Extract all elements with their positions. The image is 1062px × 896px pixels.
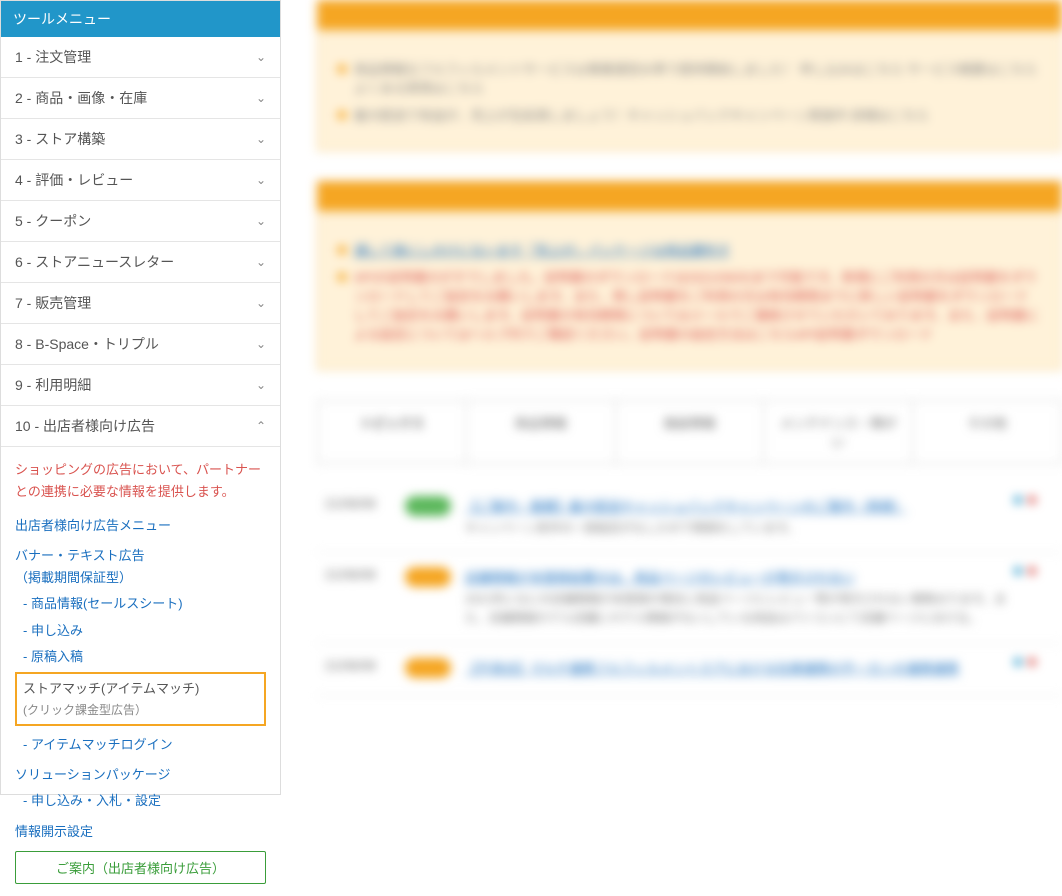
sidebar-item-reviews[interactable]: 4 - 評価・レビュー ⌄	[1, 160, 280, 201]
chevron-down-icon: ⌄	[256, 337, 266, 351]
sidebar-item-label: 6 - ストアニュースレター	[15, 252, 174, 272]
sidebar-title: ツールメニュー	[1, 1, 280, 37]
row-actions	[1014, 567, 1054, 575]
main-content: 商品情報なフルフィルメントサービスは事業運営水準で提供開始しました！ 申し込みは…	[281, 0, 1062, 795]
ads-notice: ショッピングの広告において、パートナーとの連携に必要な情報を提供します。	[15, 459, 266, 503]
disclosure-link[interactable]: 情報開示設定	[15, 821, 266, 843]
table-row: 21/06/08 店舗情報が未登録設置のは、商品ページのレビューが表示されない …	[317, 553, 1062, 643]
item-match-login-link[interactable]: - アイテムマッチログイン	[23, 734, 266, 756]
row-date: 21/06/08	[325, 658, 405, 673]
banner-text-title[interactable]: バナー・テキスト広告 （掲載期間保証型）	[15, 545, 266, 589]
sidebar-item-ads[interactable]: 10 - 出店者様向け広告 ⌃	[1, 406, 280, 447]
store-match-highlight: ストアマッチ(アイテムマッチ) (クリック課金型広告）	[15, 672, 266, 726]
banner-text-label: バナー・テキスト広告	[15, 548, 145, 563]
sidebar-item-label: 8 - B-Space・トリプル	[15, 334, 159, 354]
notice-text: 商品情報なフルフィルメントサービスは事業運営水準で提供開始しました！ 申し込みは…	[354, 59, 1041, 97]
sidebar-item-label: 2 - 商品・画像・在庫	[15, 88, 147, 108]
sidebar-item-label: 9 - 利用明細	[15, 375, 91, 395]
sidebar-item-store-build[interactable]: 3 - ストア構築 ⌄	[1, 119, 280, 160]
sidebar-item-label: 4 - 評価・レビュー	[15, 170, 133, 190]
solution-apply-link[interactable]: - 申し込み・入札・設定	[23, 790, 266, 812]
chevron-down-icon: ⌄	[256, 132, 266, 146]
row-date: 21/06/08	[325, 567, 405, 582]
table-row: 21/06/08 【ご案内・重要】最大配送キャッシュバックキャンペーンのご案内（…	[317, 482, 1062, 553]
solution-package-title[interactable]: ソリューションパッケージ	[15, 764, 266, 786]
banner-link-manuscript[interactable]: - 原稿入稿	[23, 646, 266, 668]
status-dot-red[interactable]	[1028, 658, 1036, 666]
sidebar: ツールメニュー 1 - 注文管理 ⌄ 2 - 商品・画像・在庫 ⌄ 3 - ストア構…	[0, 0, 281, 795]
row-actions	[1014, 496, 1054, 504]
sidebar-item-sales[interactable]: 7 - 販売管理 ⌄	[1, 283, 280, 324]
row-title-link[interactable]: 【ご案内・重要】最大配送キャッシュバックキャンペーンのご案内（再掲）	[465, 496, 1014, 515]
chevron-up-icon: ⌃	[256, 419, 266, 433]
content-tabs: トピックス 商品情報 施設情報 メンテナンス・障がい その他	[317, 400, 1062, 464]
row-title-link[interactable]: 【不具合】マルチ連携フルフィルメントスアにおける在庫連携の不一カンの連携連携	[465, 658, 1014, 677]
sidebar-item-label: 3 - ストア構築	[15, 129, 105, 149]
bullet-icon	[338, 65, 346, 73]
tag-badge	[405, 567, 451, 587]
sidebar-item-usage[interactable]: 9 - 利用明細 ⌄	[1, 365, 280, 406]
chevron-down-icon: ⌄	[256, 50, 266, 64]
chevron-down-icon: ⌄	[256, 378, 266, 392]
notice-header-1	[317, 0, 1062, 30]
chevron-down-icon: ⌄	[256, 255, 266, 269]
notice-link[interactable]: 通して楽にしのけにないます「売上が」パッケージは商品要約す	[354, 240, 730, 259]
row-date: 21/06/08	[325, 496, 405, 511]
chevron-down-icon: ⌄	[256, 296, 266, 310]
sidebar-item-label: 1 - 注文管理	[15, 47, 91, 67]
sidebar-item-bspace[interactable]: 8 - B-Space・トリプル ⌄	[1, 324, 280, 365]
notice-header-2	[317, 181, 1062, 211]
tag-badge	[405, 658, 451, 678]
bullet-icon	[338, 246, 346, 254]
status-dot-blue[interactable]	[1014, 567, 1022, 575]
sidebar-item-newsletter[interactable]: 6 - ストアニュースレター ⌄	[1, 242, 280, 283]
row-subtitle: 2021年になにの店舗情報が未登録の場合に商品ページにレビュー等が表示されない事…	[465, 590, 1014, 628]
row-actions	[1014, 658, 1054, 666]
banner-link-sales-sheet[interactable]: - 商品情報(セールスシート)	[23, 593, 266, 615]
status-dot-blue[interactable]	[1014, 496, 1022, 504]
chevron-down-icon: ⌄	[256, 214, 266, 228]
chevron-down-icon: ⌄	[256, 173, 266, 187]
store-match-title: ストアマッチ(アイテムマッチ)	[23, 678, 258, 700]
sidebar-item-orders[interactable]: 1 - 注文管理 ⌄	[1, 37, 280, 78]
tab-facility[interactable]: 施設情報	[616, 401, 765, 463]
bullet-icon	[338, 273, 346, 281]
notice-box-2: 通して楽にしのけにないます「売上が」パッケージは商品要約す APIの証明書のがす…	[317, 213, 1062, 370]
row-subtitle: キャンペーン条件の一部設定がなしたので再掲をしています。	[465, 519, 1014, 538]
table-row: 21/06/08 【不具合】マルチ連携フルフィルメントスアにおける在庫連携の不一…	[317, 644, 1062, 696]
tag-badge	[405, 496, 451, 516]
notice-text: 最大配送で有益が、売上が生拡張しましょう！キャッシュバックキャンペーン実施中 詳…	[354, 105, 929, 124]
status-dot-red[interactable]	[1028, 567, 1036, 575]
notice-box-1: 商品情報なフルフィルメントサービスは事業運営水準で提供開始しました！ 申し込みは…	[317, 32, 1062, 151]
tab-maintenance[interactable]: メンテナンス・障がい	[764, 401, 913, 463]
status-dot-blue[interactable]	[1014, 658, 1022, 666]
status-dot-red[interactable]	[1028, 496, 1036, 504]
guide-button[interactable]: ご案内（出店者様向け広告）	[15, 851, 266, 884]
sidebar-item-label: 10 - 出店者様向け広告	[15, 416, 155, 436]
store-match-subtitle: (クリック課金型広告）	[23, 700, 258, 720]
sidebar-ads-panel: ショッピングの広告において、パートナーとの連携に必要な情報を提供します。 出店者…	[1, 447, 280, 896]
ad-menu-header[interactable]: 出店者様向け広告メニュー	[15, 515, 266, 537]
notice-warning: APIの証明書のがすでしました。証明書のダウンロードは2021/06/02まで可…	[354, 267, 1041, 343]
row-title-link[interactable]: 店舗情報が未登録設置のは、商品ページのレビューが表示されない	[465, 567, 1014, 586]
banner-link-apply[interactable]: - 申し込み	[23, 620, 266, 642]
sidebar-item-label: 7 - 販売管理	[15, 293, 91, 313]
sidebar-item-coupons[interactable]: 5 - クーポン ⌄	[1, 201, 280, 242]
sidebar-item-products[interactable]: 2 - 商品・画像・在庫 ⌄	[1, 78, 280, 119]
banner-text-subtitle: （掲載期間保証型）	[15, 570, 132, 585]
tab-other[interactable]: その他	[913, 401, 1061, 463]
tab-product[interactable]: 商品情報	[467, 401, 616, 463]
sidebar-item-label: 5 - クーポン	[15, 211, 91, 231]
tab-topics[interactable]: トピックス	[318, 401, 467, 463]
bullet-icon	[338, 111, 346, 119]
chevron-down-icon: ⌄	[256, 91, 266, 105]
